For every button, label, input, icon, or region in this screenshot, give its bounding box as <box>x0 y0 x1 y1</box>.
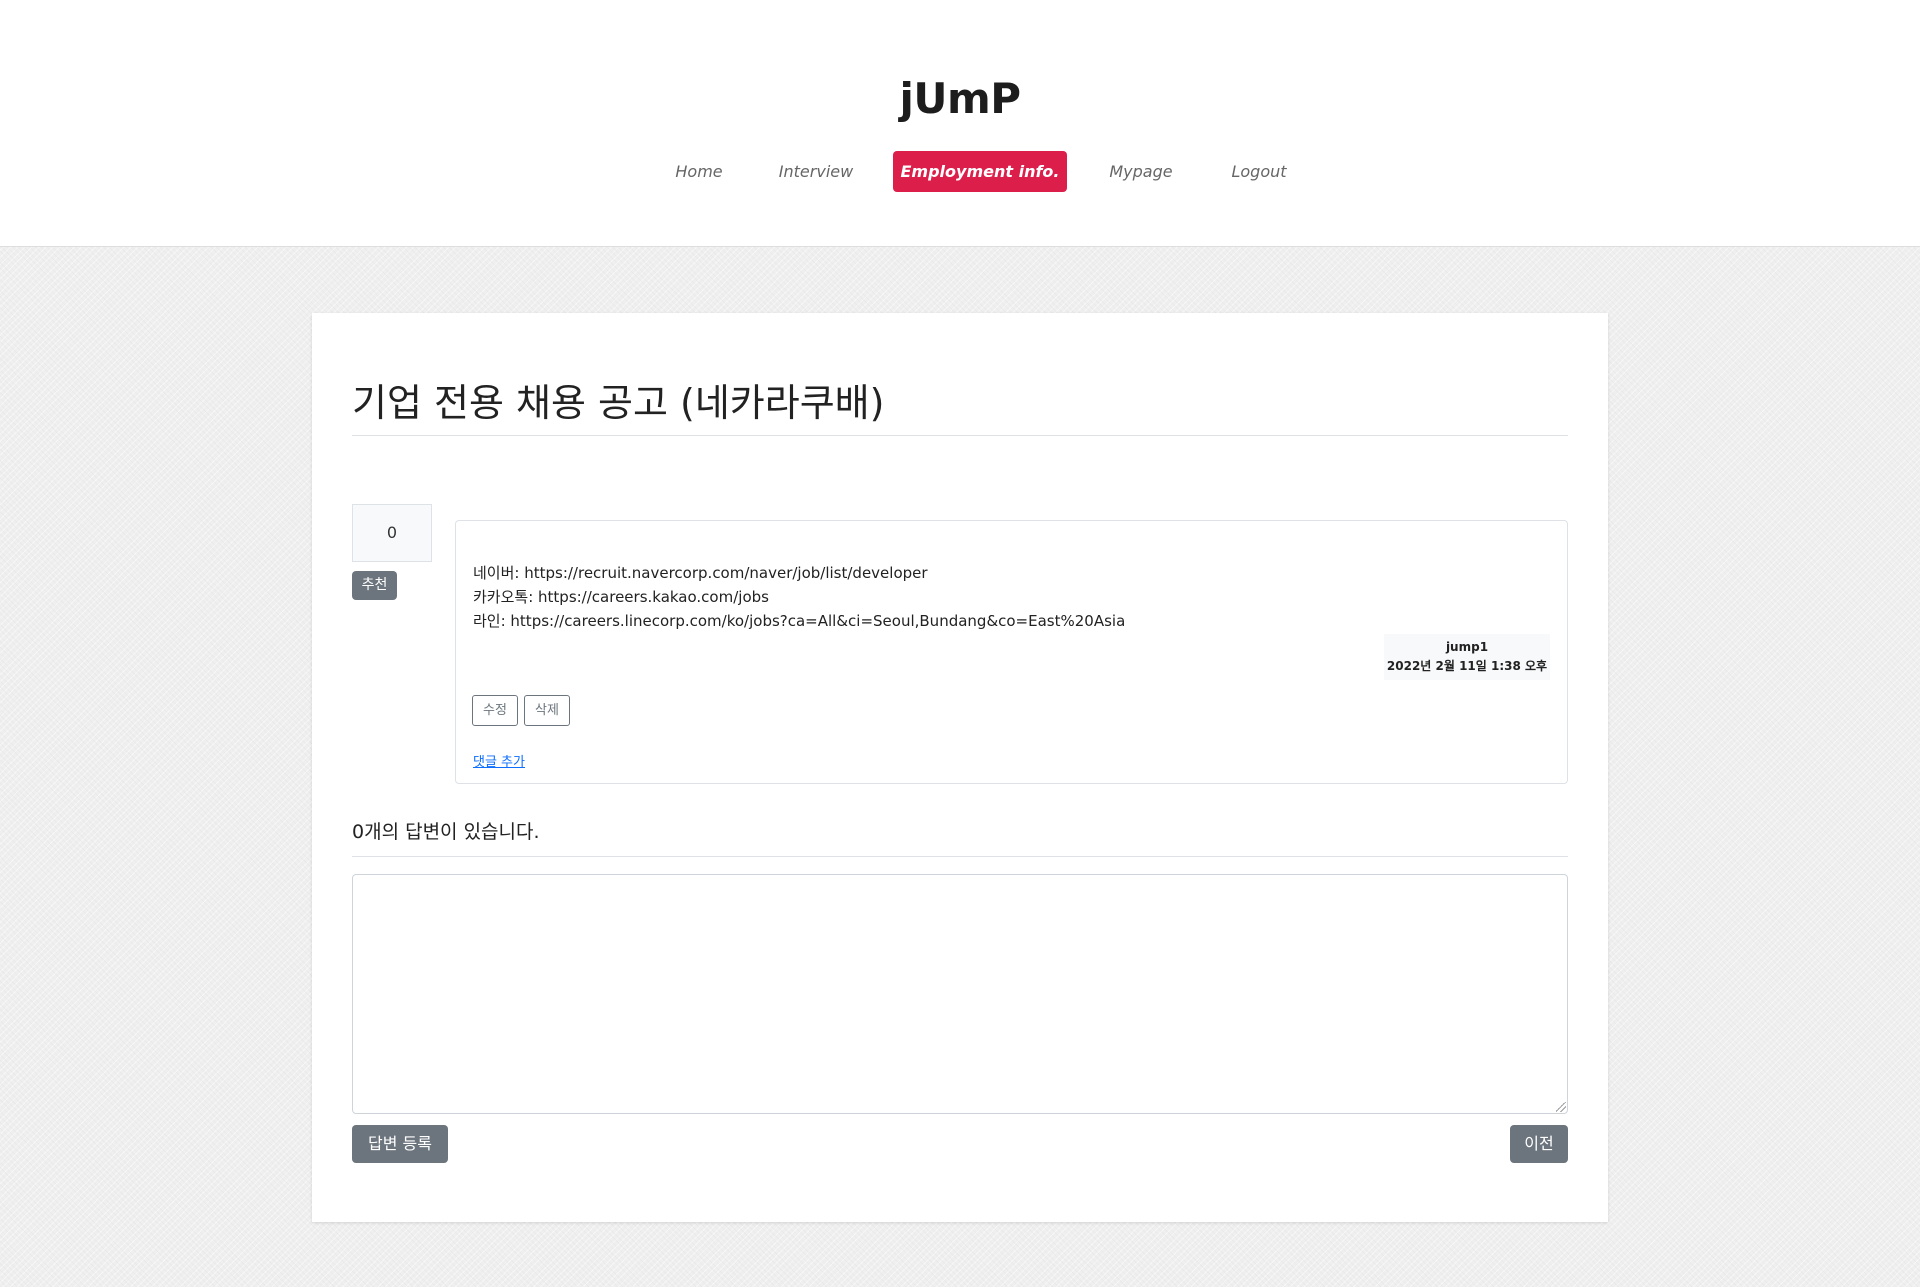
content-line: 네이버: https://recruit.navercorp.com/naver… <box>473 564 928 582</box>
question-content: 네이버: https://recruit.navercorp.com/naver… <box>473 561 1125 633</box>
answer-count-heading: 0개의 답변이 있습니다. <box>352 822 1568 857</box>
delete-button[interactable]: 삭제 <box>524 695 570 726</box>
author-name: jump1 <box>1445 640 1489 654</box>
answer-textarea[interactable] <box>352 874 1568 1114</box>
content-line: 라인: https://careers.linecorp.com/ko/jobs… <box>473 612 1126 630</box>
content-line: 카카오톡: https://careers.kakao.com/jobs <box>473 588 769 606</box>
previous-button[interactable]: 이전 <box>1510 1125 1568 1163</box>
nav-employment-info[interactable]: Employment info. <box>893 151 1067 192</box>
nav-home[interactable]: Home <box>654 151 744 192</box>
submit-answer-button[interactable]: 답변 등록 <box>352 1125 448 1163</box>
question-body: 네이버: https://recruit.navercorp.com/naver… <box>455 520 1568 784</box>
page-title: 기업 전용 채용 공고 (네카라쿠배) <box>352 380 1568 436</box>
add-comment-link[interactable]: 댓글 추가 <box>473 751 525 770</box>
content-card: 기업 전용 채용 공고 (네카라쿠배) 0 추천 네이버: https://re… <box>312 313 1608 1222</box>
vote-count: 0 <box>352 504 432 562</box>
nav-interview[interactable]: Interview <box>771 151 861 192</box>
site-logo[interactable]: jUmP <box>0 74 1920 123</box>
nav-mypage[interactable]: Mypage <box>1095 151 1187 192</box>
author-meta: jump1 2022년 2월 11일 1:38 오후 <box>1384 634 1550 680</box>
nav-logout[interactable]: Logout <box>1214 151 1304 192</box>
edit-button[interactable]: 수정 <box>472 695 518 726</box>
main-nav: Home Interview Employment info. Mypage L… <box>0 151 1920 192</box>
post-date: 2022년 2월 11일 1:38 오후 <box>1386 659 1548 673</box>
resize-handle-icon[interactable] <box>1556 1102 1566 1112</box>
recommend-button[interactable]: 추천 <box>352 571 397 600</box>
site-header: jUmP Home Interview Employment info. Myp… <box>0 0 1920 247</box>
